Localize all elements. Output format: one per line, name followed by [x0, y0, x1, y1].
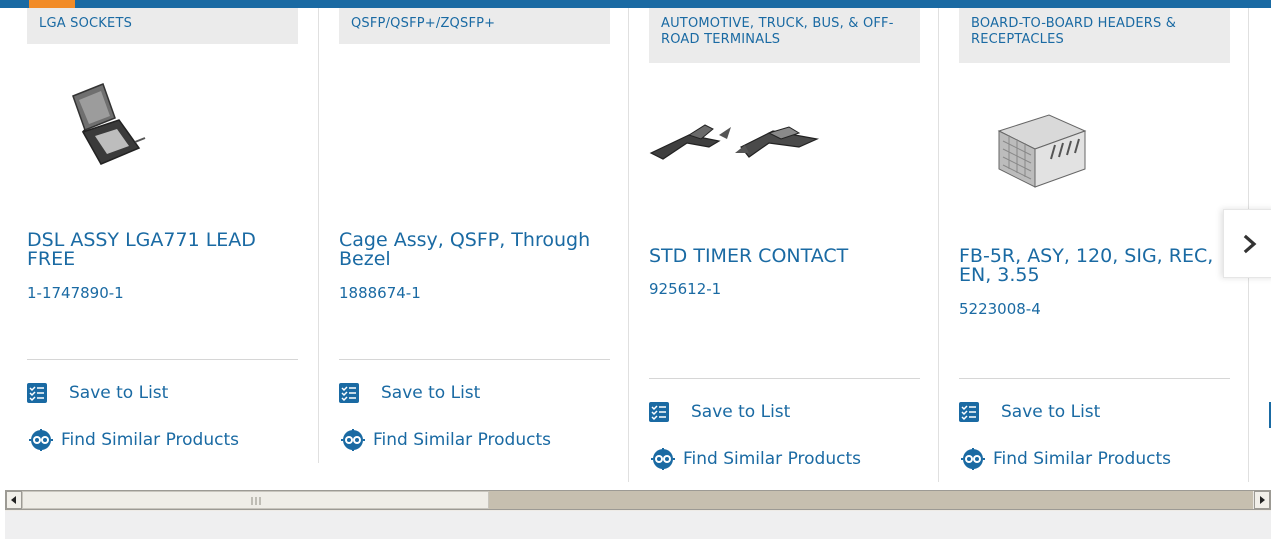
- save-to-list-button[interactable]: Save to List: [959, 402, 1100, 422]
- save-to-list-button[interactable]: Save to List: [649, 402, 790, 422]
- find-similar-label: Find Similar Products: [61, 430, 239, 450]
- save-to-list-label: Save to List: [381, 383, 481, 403]
- checklist-icon: [339, 383, 359, 403]
- find-similar-button[interactable]: Find Similar Products: [27, 428, 239, 452]
- terminal-contact-image[interactable]: [649, 103, 920, 183]
- find-similar-button[interactable]: Find Similar Products: [959, 447, 1171, 471]
- save-to-list-label: Save to List: [691, 402, 791, 422]
- grip-icon: [251, 497, 261, 505]
- category-label[interactable]: BOARD-TO-BOARD HEADERS & RECEPTACLES: [959, 8, 1230, 63]
- part-number-link[interactable]: 5223008-4: [959, 300, 1041, 318]
- similar-products-icon: [339, 428, 367, 452]
- save-to-list-button[interactable]: Save to List: [339, 383, 480, 403]
- card-separator: [318, 8, 319, 463]
- arrow-left-icon: [11, 496, 16, 504]
- chevron-right-icon: [1243, 234, 1257, 253]
- product-title-link[interactable]: Cage Assy, QSFP, Through Bezel: [339, 231, 599, 269]
- arrow-right-icon: [1260, 496, 1265, 504]
- card-separator: [938, 8, 939, 482]
- checklist-icon: [649, 402, 669, 422]
- part-number-link[interactable]: 1-1747890-1: [27, 284, 124, 302]
- save-to-list-button[interactable]: Save to List: [27, 383, 168, 403]
- divider: [339, 359, 610, 360]
- part-number-link[interactable]: 925612-1: [649, 280, 721, 298]
- find-similar-label: Find Similar Products: [373, 430, 551, 450]
- checklist-icon: [27, 383, 47, 403]
- page-footer-area: [5, 511, 1271, 539]
- top-accent-bar: [0, 0, 1271, 8]
- product-title-link[interactable]: FB-5R, ASY, 120, SIG, REC, EN, 3.55: [959, 247, 1219, 285]
- checklist-icon: [959, 402, 979, 422]
- category-label[interactable]: LGA SOCKETS: [27, 8, 298, 44]
- scroll-left-button[interactable]: [6, 491, 22, 509]
- similar-products-icon: [27, 428, 55, 452]
- category-label[interactable]: QSFP/QSFP+/ZQSFP+: [339, 8, 610, 44]
- horizontal-scrollbar[interactable]: [5, 490, 1271, 511]
- save-to-list-label: Save to List: [69, 383, 169, 403]
- scroll-right-button[interactable]: [1254, 491, 1270, 509]
- divider: [649, 378, 920, 379]
- find-similar-label: Find Similar Products: [993, 449, 1171, 469]
- product-title-link[interactable]: DSL ASSY LGA771 LEAD FREE: [27, 231, 287, 269]
- product-card: LGA SOCKETS DSL ASSY LGA771 LEAD FREE 1-…: [27, 8, 298, 463]
- scrollbar-thumb[interactable]: [22, 491, 489, 509]
- similar-products-icon: [959, 447, 987, 471]
- find-similar-button[interactable]: Find Similar Products: [649, 447, 861, 471]
- card-separator: [628, 8, 629, 482]
- find-similar-button[interactable]: Find Similar Products: [339, 428, 551, 452]
- scrollbar-trough[interactable]: [489, 491, 1253, 509]
- save-to-list-label: Save to List: [1001, 402, 1101, 422]
- board-connector-image[interactable]: [959, 96, 1230, 196]
- product-card: QSFP/QSFP+/ZQSFP+ Cage Assy, QSFP, Throu…: [339, 8, 610, 463]
- find-similar-label: Find Similar Products: [683, 449, 861, 469]
- product-carousel: LGA SOCKETS DSL ASSY LGA771 LEAD FREE 1-…: [0, 8, 1271, 490]
- divider: [27, 359, 298, 360]
- similar-products-icon: [649, 447, 677, 471]
- carousel-next-button[interactable]: [1223, 209, 1271, 278]
- product-card: BOARD-TO-BOARD HEADERS & RECEPTACLES FB-…: [959, 8, 1230, 482]
- product-title-link[interactable]: STD TIMER CONTACT: [649, 247, 909, 266]
- category-label[interactable]: AUTOMOTIVE, TRUCK, BUS, & OFF-ROAD TERMI…: [649, 8, 920, 63]
- lga-socket-image[interactable]: [27, 76, 298, 176]
- part-number-link[interactable]: 1888674-1: [339, 284, 421, 302]
- divider: [959, 378, 1230, 379]
- active-tab-indicator: [29, 0, 75, 8]
- product-card: AUTOMOTIVE, TRUCK, BUS, & OFF-ROAD TERMI…: [649, 8, 920, 482]
